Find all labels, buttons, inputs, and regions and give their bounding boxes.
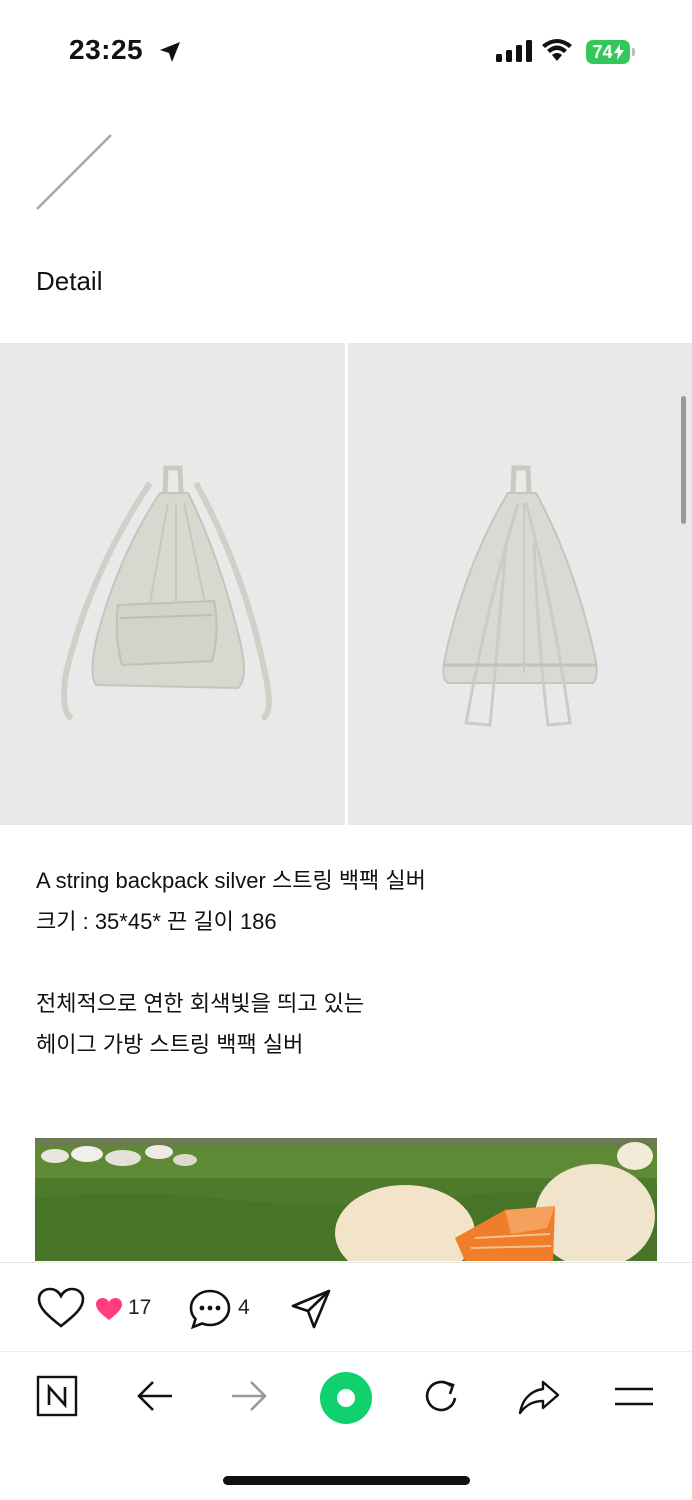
like-count-heart-icon <box>96 1298 122 1320</box>
back-arrow-icon[interactable] <box>136 1379 174 1413</box>
product-description: A string backpack silver 스트링 백팩 실버 크기 : … <box>36 860 656 1065</box>
post-action-bar: 17 4 <box>0 1262 692 1351</box>
scrollbar-thumb[interactable] <box>681 396 686 524</box>
charging-bolt-icon <box>613 44 624 60</box>
post-photo[interactable] <box>35 1138 657 1261</box>
product-image-front[interactable] <box>0 343 345 825</box>
location-arrow-icon <box>160 42 180 62</box>
battery-nub <box>632 48 635 56</box>
description-line: 크기 : 35*45* 끈 길이 186 <box>36 909 277 934</box>
backpack-back-illustration <box>442 465 598 727</box>
browser-toolbar <box>0 1351 692 1450</box>
green-dot-button-icon[interactable] <box>319 1371 373 1425</box>
cellular-signal-icon <box>496 40 532 62</box>
product-image-back[interactable] <box>348 343 692 825</box>
refresh-icon[interactable] <box>421 1376 463 1418</box>
naver-home-icon[interactable] <box>36 1375 78 1417</box>
share-icon[interactable] <box>517 1378 561 1416</box>
description-line: 헤이그 가방 스트링 백팩 실버 <box>36 1032 304 1057</box>
forward-arrow-icon[interactable] <box>230 1379 268 1413</box>
backpack-front-illustration <box>61 465 272 721</box>
section-title: Detail <box>36 266 103 296</box>
description-line: 전체적으로 연한 회색빛을 띄고 있는 <box>36 991 365 1016</box>
comment-icon[interactable] <box>188 1288 232 1330</box>
like-count: 17 <box>128 1296 152 1319</box>
battery-indicator: 74 <box>586 40 630 64</box>
comment-count: 4 <box>238 1296 250 1319</box>
battery-level: 74 <box>592 41 613 62</box>
wifi-icon <box>542 39 572 61</box>
like-heart-icon[interactable] <box>37 1287 85 1329</box>
dog-on-grass-photo <box>35 1138 657 1261</box>
decorative-slash <box>36 134 112 210</box>
status-time: 23:25 <box>69 34 144 65</box>
product-image-gallery <box>0 343 692 825</box>
send-icon[interactable] <box>290 1288 332 1330</box>
description-line: A string backpack silver 스트링 백팩 실버 <box>36 868 426 893</box>
menu-icon[interactable] <box>614 1385 654 1409</box>
home-indicator[interactable] <box>223 1476 470 1485</box>
status-bar: 23:25 74 <box>0 0 692 100</box>
